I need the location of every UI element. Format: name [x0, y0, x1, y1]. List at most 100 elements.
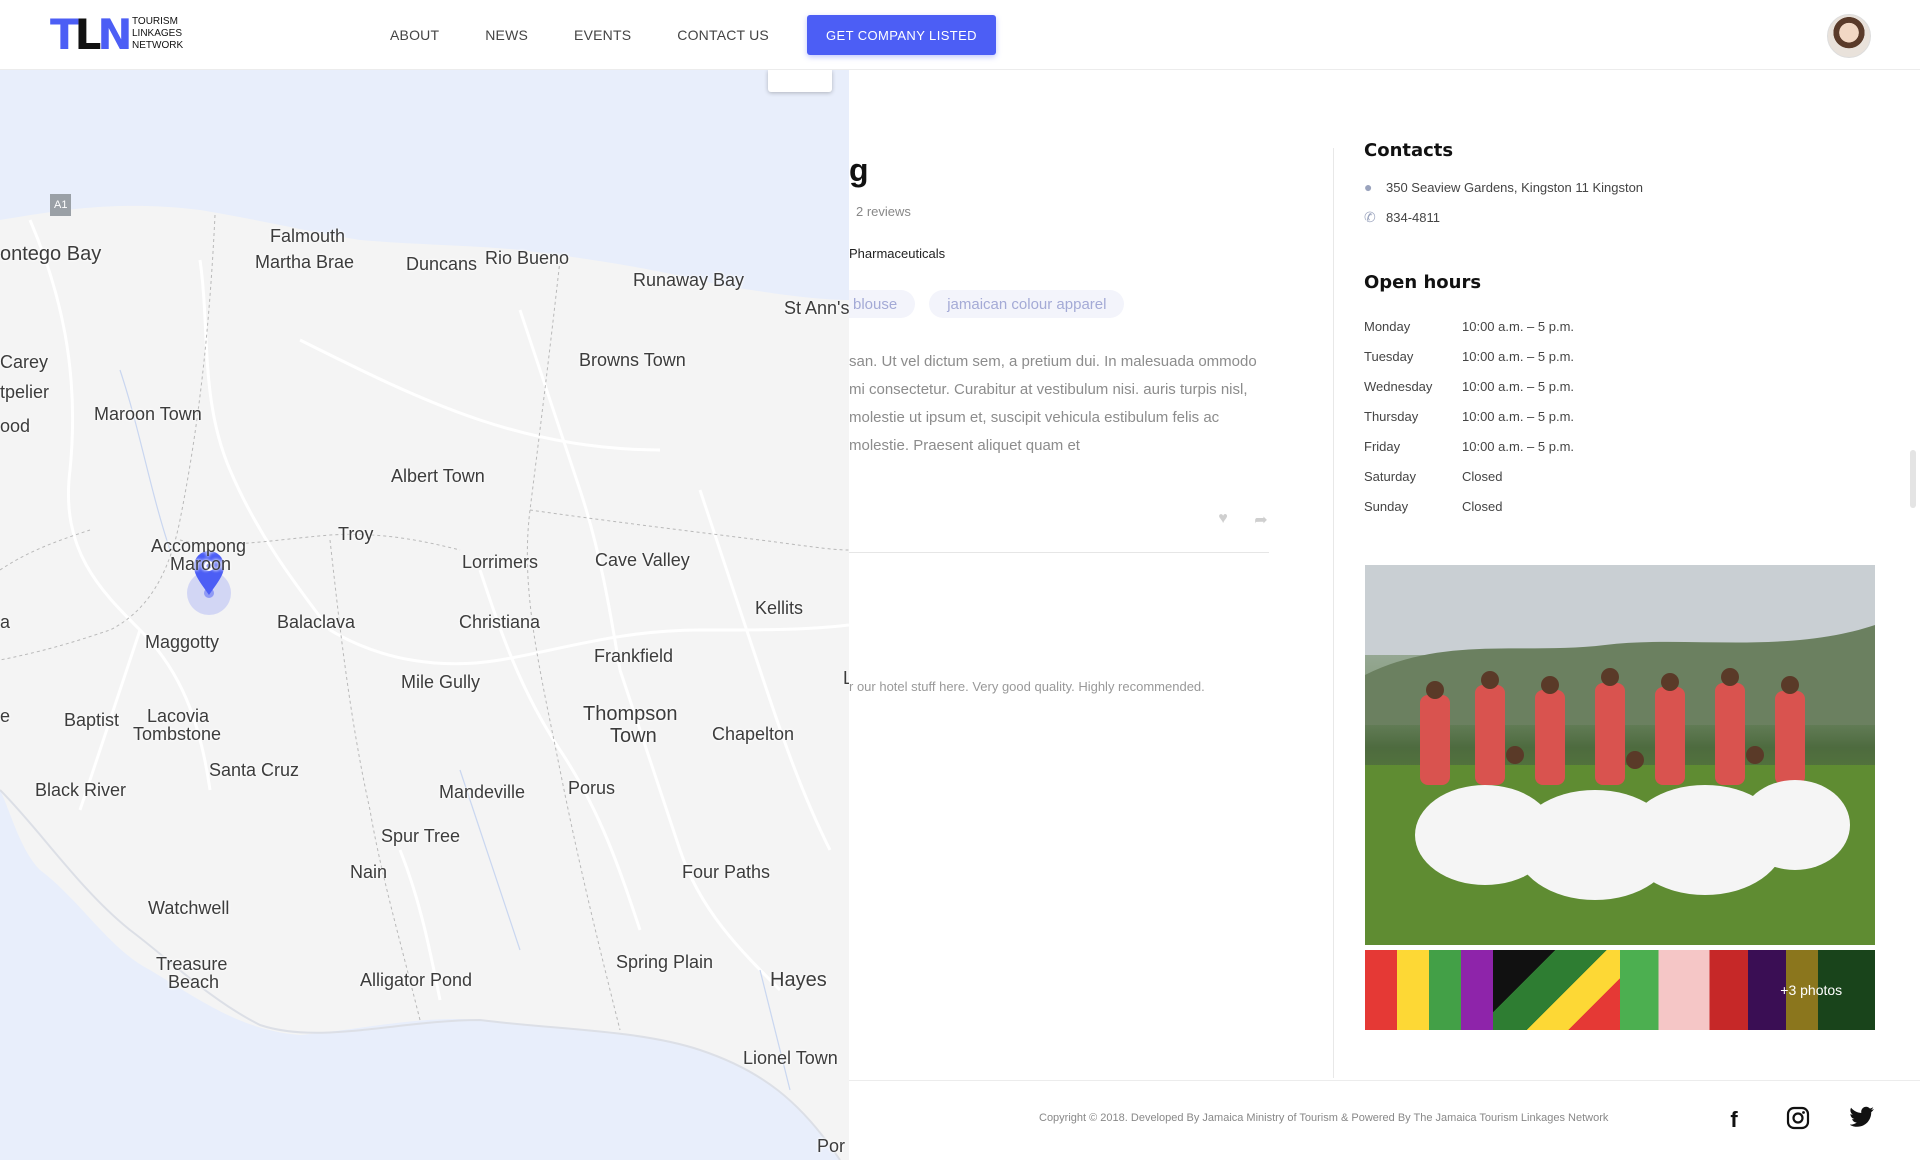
map-label: Beach: [168, 972, 220, 992]
map-label: Frankfield: [594, 646, 674, 666]
map-label: Maroon Town: [94, 404, 202, 424]
hours-row: Sunday Closed: [1364, 498, 1503, 514]
map-label: Mandeville: [439, 782, 526, 802]
map-label: St Ann's: [784, 298, 849, 318]
hours-row: Thursday 10:00 a.m. – 5 p.m.: [1364, 408, 1575, 424]
share-icon[interactable]: ➦: [1251, 510, 1271, 530]
gallery-thumbnail[interactable]: [1365, 950, 1493, 1030]
listing-title: g: [849, 152, 869, 188]
map-label: Town: [610, 725, 657, 747]
listing-details: g 2 reviews Pharmaceuticals blouse jamai…: [849, 70, 1331, 1080]
map-label: Santa Cruz: [209, 760, 300, 780]
map-view[interactable]: A1 ontego Bay Falmouth Martha Brae Dunca…: [0, 70, 849, 1160]
user-avatar[interactable]: [1827, 14, 1871, 58]
listing-category[interactable]: Pharmaceuticals: [849, 246, 945, 261]
gallery-thumbnail-more[interactable]: +3 photos: [1747, 950, 1875, 1030]
get-company-listed-button[interactable]: GET COMPANY LISTED: [807, 15, 996, 55]
map-label: Mile Gully: [401, 672, 481, 692]
footer-copyright: Copyright © 2018. Developed By Jamaica M…: [1039, 1112, 1609, 1124]
facebook-icon[interactable]: f: [1720, 1106, 1748, 1134]
instagram-icon[interactable]: [1784, 1106, 1812, 1134]
hours-row: Wednesday 10:00 a.m. – 5 p.m.: [1364, 378, 1575, 394]
scrollbar-thumb[interactable]: [1910, 450, 1916, 508]
nav-events[interactable]: EVENTS: [574, 27, 631, 43]
gallery-thumbnails: +3 photos: [1365, 950, 1875, 1030]
hours-row: Tuesday 10:00 a.m. – 5 p.m.: [1364, 348, 1575, 364]
map-control-button[interactable]: [768, 70, 832, 92]
map-label: Accompong: [151, 536, 247, 556]
map-label: Porus: [568, 778, 616, 798]
twitter-icon[interactable]: [1848, 1106, 1876, 1134]
nav-news[interactable]: NEWS: [485, 27, 528, 43]
map-label: Duncans: [406, 254, 478, 274]
map-label: ontego Bay: [0, 243, 102, 265]
gallery-thumbnail[interactable]: [1492, 950, 1620, 1030]
map-label: Hayes: [770, 969, 827, 991]
location-pin-icon: ●: [1364, 179, 1373, 195]
map-label: Carey: [0, 352, 49, 372]
heart-icon[interactable]: ♥: [1213, 510, 1233, 530]
open-hours: Open hours Monday 10:00 a.m. – 5 p.m. Tue…: [1364, 272, 1876, 521]
group-photo-illustration: [1365, 565, 1875, 945]
map-label: Baptist: [64, 710, 120, 730]
map-label: Spur Tree: [381, 826, 461, 846]
map-label: Four Paths: [682, 862, 771, 882]
more-photos-label[interactable]: +3 photos: [1747, 950, 1875, 1030]
map-label: Christiana: [459, 612, 541, 632]
photo-gallery: +3 photos: [1365, 565, 1875, 1030]
phone-icon: ✆: [1364, 209, 1376, 225]
map-label: e: [0, 706, 11, 726]
map-label: Chapelton: [712, 724, 795, 744]
listing-actions: ♥ ➦: [1195, 510, 1271, 530]
open-hours-heading: Open hours: [1364, 272, 1482, 293]
map-label: Rio Bueno: [485, 248, 570, 268]
map-label: Por: [817, 1136, 846, 1156]
map-label: Spring Plain: [616, 952, 714, 972]
listing-sidebar: Contacts ● 350 Seaview Gardens, Kingston…: [1364, 140, 1876, 521]
map-label: Maggotty: [145, 632, 220, 652]
map-label: Albert Town: [391, 466, 485, 486]
map-label: tpelier: [0, 382, 50, 402]
logo-mark: TLN: [50, 10, 133, 59]
map-label: Lorrimers: [462, 552, 539, 572]
map-label: Lacovia: [147, 706, 210, 726]
map-label: a: [0, 612, 11, 632]
map-label: Runaway Bay: [633, 270, 745, 290]
social-links: f: [1720, 1106, 1912, 1134]
review-text: r our hotel stuff here. Very good qualit…: [849, 679, 1205, 694]
map-label: Kellits: [755, 598, 804, 618]
address-row: ● 350 Seaview Gardens, Kingston 11 Kings…: [1364, 179, 1876, 195]
map-label: Thompson: [583, 703, 678, 725]
listing-tags: blouse jamaican colour apparel: [849, 290, 1138, 318]
map-label: Treasure: [156, 954, 228, 974]
address-text[interactable]: 350 Seaview Gardens, Kingston 11 Kingsto…: [1386, 180, 1643, 195]
phone-text[interactable]: 834-4811: [1386, 210, 1440, 225]
nav-about[interactable]: ABOUT: [390, 27, 439, 43]
listing-description: san. Ut vel dictum sem, a pretium dui. I…: [849, 353, 1257, 454]
phone-row: ✆ 834-4811: [1364, 209, 1876, 226]
site-logo[interactable]: TLN TOURISM LINKAGES NETWORK: [50, 13, 200, 57]
hours-row: Saturday Closed: [1364, 468, 1503, 484]
map-label: Nain: [350, 862, 388, 882]
contacts-heading: Contacts: [1364, 140, 1454, 161]
hours-row: Friday 10:00 a.m. – 5 p.m.: [1364, 438, 1575, 454]
gallery-main-photo[interactable]: [1365, 565, 1875, 945]
nav-contact-us[interactable]: CONTACT US: [677, 27, 769, 43]
review-count[interactable]: 2 reviews: [856, 204, 911, 219]
map-label: ood: [0, 416, 31, 436]
map-canvas: [0, 205, 849, 1160]
main-nav: ABOUT NEWS EVENTS CONTACT US: [390, 0, 815, 70]
tag-blouse[interactable]: blouse: [849, 290, 916, 318]
map-label: Tombstone: [133, 724, 222, 744]
section-divider: [849, 552, 1269, 553]
hours-row: Monday 10:00 a.m. – 5 p.m.: [1364, 318, 1575, 334]
map-label: Troy: [338, 524, 374, 544]
map-label: Watchwell: [148, 898, 230, 918]
tag-jamaican-colour-apparel[interactable]: jamaican colour apparel: [929, 290, 1125, 318]
map-label: Balaclava: [277, 612, 356, 632]
map-route-badge: A1: [50, 194, 72, 216]
map-label: Falmouth: [270, 226, 346, 246]
gallery-thumbnail[interactable]: [1620, 950, 1748, 1030]
logo-text: TOURISM LINKAGES NETWORK: [132, 16, 184, 51]
map-label: Alligator Pond: [360, 970, 473, 990]
